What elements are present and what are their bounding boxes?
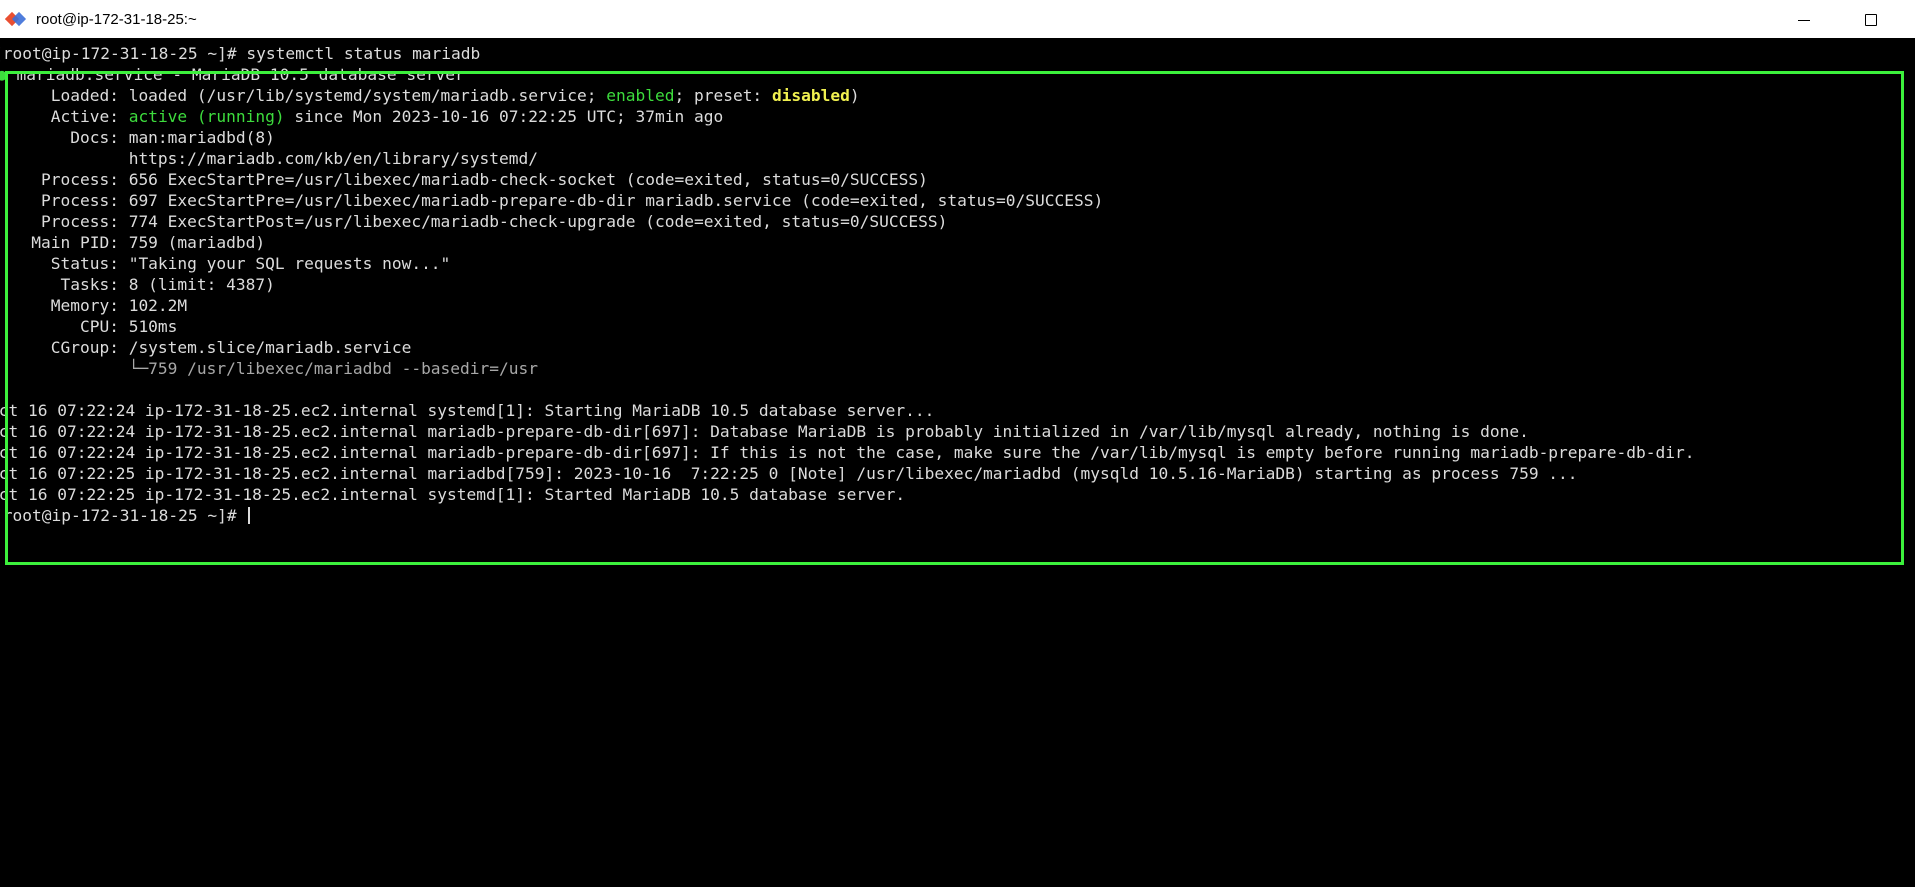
log-line: Oct 16 07:22:25 ip-172-31-18-25.ec2.inte…: [0, 464, 1578, 483]
prompt: [root@ip-172-31-18-25 ~]#: [0, 506, 247, 525]
docs-url-line: https://mariadb.com/kb/en/library/system…: [2, 149, 539, 168]
enabled-status: enabled: [606, 86, 675, 105]
unit-header-line: ● mariadb.service - MariaDB 10.5 databas…: [0, 64, 465, 85]
loaded-text: Loaded: loaded (/usr/lib/systemd/system/…: [2, 86, 607, 105]
active-label: Active:: [2, 107, 129, 126]
terminal-output[interactable]: [root@ip-172-31-18-25 ~]# systemctl stat…: [0, 38, 1915, 887]
active-status: active (running): [128, 107, 285, 126]
unit-title: mariadb.service - MariaDB 10.5 database …: [6, 65, 465, 84]
title-bar[interactable]: root@ip-172-31-18-25:~: [0, 0, 1915, 38]
cgroup-line: CGroup: /system.slice/mariadb.service: [2, 338, 412, 357]
process-line: Process: 774 ExecStartPost=/usr/libexec/…: [2, 212, 948, 231]
cpu-line: CPU: 510ms: [2, 317, 178, 336]
minimize-button[interactable]: [1792, 8, 1816, 32]
disabled-status: disabled: [771, 86, 850, 105]
main-pid-line: Main PID: 759 (mariadbd): [2, 233, 266, 252]
text-cursor: [248, 507, 251, 524]
process-line: Process: 656 ExecStartPre=/usr/libexec/m…: [2, 170, 928, 189]
command-line: [root@ip-172-31-18-25 ~]# systemctl stat…: [0, 44, 481, 63]
active-line: Active: active (running) since Mon 2023-…: [2, 106, 723, 127]
log-line: Oct 16 07:22:24 ip-172-31-18-25.ec2.inte…: [0, 401, 935, 420]
git-bash-icon: [5, 11, 27, 27]
docs-line: Docs: man:mariadbd(8): [2, 128, 275, 147]
active-since: since Mon 2023-10-16 07:22:25 UTC; 37min…: [284, 107, 724, 126]
preset-label: ; preset:: [674, 86, 772, 105]
tasks-line: Tasks: 8 (limit: 4387): [2, 275, 275, 294]
loaded-line: Loaded: loaded (/usr/lib/systemd/system/…: [2, 85, 860, 106]
memory-line: Memory: 102.2M: [2, 296, 188, 315]
status-dot-icon: ●: [0, 65, 7, 84]
log-line: Oct 16 07:22:25 ip-172-31-18-25.ec2.inte…: [0, 485, 906, 504]
loaded-close: ): [849, 86, 860, 105]
log-line: Oct 16 07:22:24 ip-172-31-18-25.ec2.inte…: [0, 443, 1695, 462]
cgroup-tree-line: └─759 /usr/libexec/mariadbd --basedir=/u…: [2, 359, 539, 378]
maximize-button[interactable]: [1858, 8, 1882, 32]
prompt-line[interactable]: [root@ip-172-31-18-25 ~]#: [0, 505, 251, 526]
log-line: Oct 16 07:22:24 ip-172-31-18-25.ec2.inte…: [0, 422, 1529, 441]
window-title: root@ip-172-31-18-25:~: [36, 11, 197, 28]
status-line: Status: "Taking your SQL requests now...…: [2, 254, 451, 273]
process-line: Process: 697 ExecStartPre=/usr/libexec/m…: [2, 191, 1104, 210]
terminal-window: root@ip-172-31-18-25:~ [root@ip-172-31-1…: [0, 0, 1915, 887]
